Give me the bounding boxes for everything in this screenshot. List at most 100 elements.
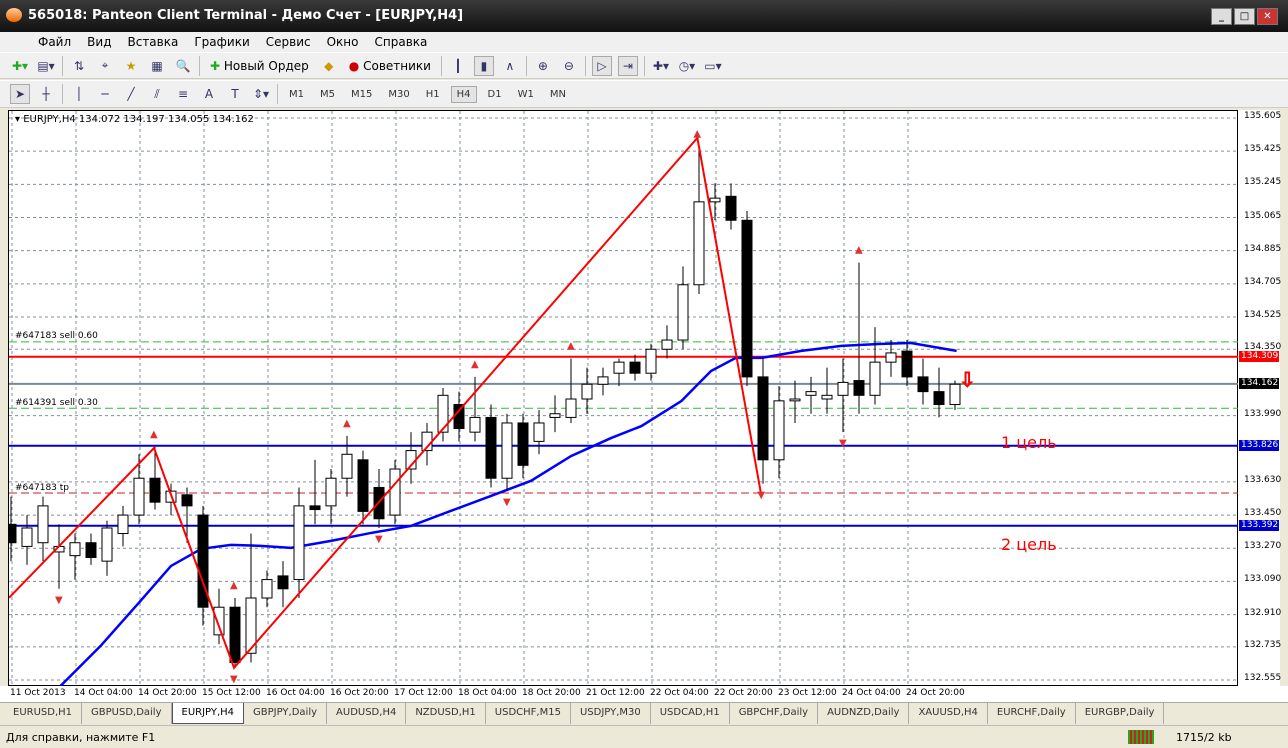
cursor-icon[interactable]: ➤ (10, 84, 30, 104)
menu-tools[interactable]: Сервис (258, 32, 319, 52)
horizontal-line-icon[interactable]: ─ (95, 84, 115, 104)
chart-tab[interactable]: AUDNZD,Daily (818, 703, 910, 724)
tester-icon[interactable]: 🔍 (173, 56, 193, 76)
connection-icon (1128, 730, 1154, 744)
status-bar: Для справки, нажмите F1 1715/2 kb (0, 725, 1288, 748)
menu-help[interactable]: Справка (367, 32, 436, 52)
arrows-icon[interactable]: ⇕▾ (251, 84, 271, 104)
crosshair-icon[interactable]: ⌖ (95, 56, 115, 76)
candle-body (773, 400, 785, 461)
candlestick-icon[interactable]: ▮ (473, 55, 494, 76)
candle-body (565, 398, 577, 418)
vertical-line-icon[interactable]: │ (69, 84, 89, 104)
timeframe-w1[interactable]: W1 (513, 87, 539, 102)
terminal-icon[interactable]: ▦ (147, 56, 167, 76)
autoscroll-icon[interactable]: ▷ (591, 55, 612, 76)
new-order-button[interactable]: ✚ Новый Ордер (206, 56, 313, 76)
menu-bar: Файл Вид Вставка Графики Сервис Окно Справка (0, 32, 1288, 52)
target-label: 1 цель (1001, 433, 1057, 452)
candle-body (533, 422, 545, 442)
time-label: 14 Oct 20:00 (138, 688, 197, 698)
candle-body (917, 376, 929, 393)
menu-insert[interactable]: Вставка (119, 32, 186, 52)
chart-tab[interactable]: USDJPY,M30 (571, 703, 651, 724)
alert-icon[interactable]: ◆ (319, 56, 339, 76)
menu-charts[interactable]: Графики (186, 32, 257, 52)
line-chart-icon[interactable]: ∧ (500, 56, 520, 76)
timeframe-m15[interactable]: M15 (346, 87, 377, 102)
fractal-up-icon: ▲ (693, 129, 701, 140)
maximize-button[interactable]: □ (1234, 8, 1255, 25)
trendline-icon[interactable]: ╱ (121, 84, 141, 104)
close-button[interactable]: ✕ (1257, 8, 1278, 25)
text-label-icon[interactable]: T (225, 84, 245, 104)
chart-tab[interactable]: NZDUSD,H1 (406, 703, 486, 724)
minimize-button[interactable]: _ (1211, 8, 1232, 25)
chart-shift-icon[interactable]: ⇥ (617, 55, 638, 76)
price-tick: 135.245 (1244, 177, 1282, 188)
fibonacci-icon[interactable]: ≡ (173, 84, 193, 104)
candle-body (693, 201, 705, 286)
fractal-down-icon: ▼ (55, 595, 63, 606)
experts-button[interactable]: ● Советники (345, 56, 435, 76)
equidistant-channel-icon[interactable]: ⫽ (147, 84, 167, 104)
candle-body (277, 575, 289, 590)
text-icon[interactable]: A (199, 84, 219, 104)
chart-tab[interactable]: USDCHF,M15 (486, 703, 571, 724)
chart-tab[interactable]: EURJPY,H4 (171, 703, 245, 724)
crosshair-tool-icon[interactable]: ┼ (36, 84, 56, 104)
fractal-up-icon: ▲ (150, 429, 158, 440)
chart-tab[interactable]: GBPCHF,Daily (730, 703, 819, 724)
price-tick: 133.090 (1244, 574, 1282, 585)
candle-body (21, 527, 33, 547)
candle-body (645, 348, 657, 374)
candle-body (485, 416, 497, 479)
timeframe-h4[interactable]: H4 (450, 85, 477, 103)
time-label: 16 Oct 20:00 (330, 688, 389, 698)
bar-chart-icon[interactable]: ┃ (448, 56, 468, 76)
timeframe-d1[interactable]: D1 (483, 87, 507, 102)
navigator-icon[interactable]: ★ (121, 56, 141, 76)
profiles-icon[interactable]: ▤▾ (36, 56, 56, 76)
chart-tab[interactable]: EURCHF,Daily (988, 703, 1076, 724)
timeframe-m30[interactable]: M30 (383, 87, 414, 102)
timeframe-mn[interactable]: MN (545, 87, 571, 102)
timeframe-m5[interactable]: M5 (315, 87, 340, 102)
drawing-toolbar: ➤ ┼ │ ─ ╱ ⫽ ≡ A T ⇕▾ M1 M5 M15 M30 H1 H4… (0, 80, 1288, 108)
price-tick: 133.990 (1244, 408, 1282, 419)
price-chart[interactable]: #647183 sell 0.60 #614391 sell 0.30 #64718… (5, 110, 1239, 687)
time-axis[interactable]: 11 Oct 2013 14 Oct 04:00 14 Oct 20:00 15 Oc… (0, 686, 1288, 702)
time-label: 18 Oct 04:00 (458, 688, 517, 698)
menu-window[interactable]: Окно (319, 32, 367, 52)
price-tick: 134.705 (1244, 276, 1282, 287)
new-chart-icon[interactable]: ✚▾ (10, 56, 30, 76)
price-tag: 133.392 (1239, 519, 1279, 531)
menu-view[interactable]: Вид (79, 32, 119, 52)
chart-tab[interactable]: AUDUSD,H4 (327, 703, 407, 724)
chart-tab[interactable]: USDCAD,H1 (651, 703, 730, 724)
price-axis[interactable]: 135.605 135.425 135.245 135.065 134.885 134.7… (1238, 110, 1282, 686)
fractal-down-icon: ▼ (375, 534, 383, 545)
periods-icon[interactable]: ◷▾ (677, 56, 697, 76)
chart-tab[interactable]: XAUUSD,H4 (909, 703, 988, 724)
candle-body (325, 477, 337, 507)
standard-toolbar: ✚▾ ▤▾ ⇅ ⌖ ★ ▦ 🔍 ✚ Новый Ордер ◆ ● Советн… (0, 52, 1288, 79)
chart-tab[interactable]: EURUSD,H1 (4, 703, 83, 724)
time-label: 23 Oct 12:00 (778, 688, 837, 698)
zoom-out-icon[interactable]: ⊖ (559, 56, 579, 76)
templates-icon[interactable]: ▭▾ (703, 56, 723, 76)
chart-tab[interactable]: GBPJPY,Daily (244, 703, 328, 724)
indicators-icon[interactable]: ✚▾ (651, 56, 671, 76)
candle-body (437, 394, 449, 433)
candle-body (661, 339, 673, 350)
candle-body (389, 468, 401, 516)
timeframe-h1[interactable]: H1 (421, 87, 445, 102)
zoom-in-icon[interactable]: ⊕ (533, 56, 553, 76)
menu-file[interactable]: Файл (30, 32, 79, 52)
chart-tab[interactable]: GBPUSD,Daily (82, 703, 172, 724)
candle-body (741, 219, 753, 378)
chart-tab[interactable]: EURGBP,Daily (1076, 703, 1165, 724)
market-watch-icon[interactable]: ⇅ (69, 56, 89, 76)
window-title: 565018: Panteon Client Terminal - Демо С… (28, 8, 464, 23)
timeframe-m1[interactable]: M1 (284, 87, 309, 102)
